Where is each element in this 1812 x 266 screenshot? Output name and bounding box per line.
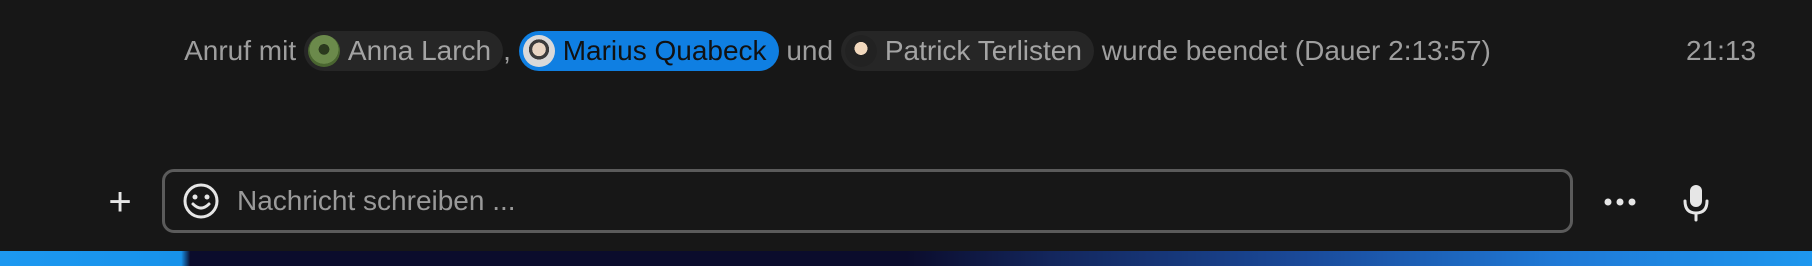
- participant-chip-patrick[interactable]: Patrick Terlisten: [840, 30, 1094, 71]
- taskbar-strip: [0, 251, 1812, 266]
- call-message-suffix: wurde beendet (Dauer 2:13:57): [1101, 35, 1491, 66]
- smiley-icon[interactable]: [181, 181, 221, 221]
- message-timestamp: 21:13: [1686, 35, 1757, 66]
- separator-and: und: [786, 35, 834, 66]
- avatar: [307, 34, 340, 67]
- message-input[interactable]: [237, 173, 1570, 229]
- plus-icon: +: [108, 180, 132, 224]
- add-attachment-button[interactable]: +: [100, 182, 140, 222]
- more-dots-icon[interactable]: [1602, 190, 1638, 214]
- participant-name: Marius Quabeck: [562, 34, 767, 66]
- participant-chip-anna[interactable]: Anna Larch: [303, 30, 504, 71]
- avatar: [844, 34, 877, 67]
- participant-name: Patrick Terlisten: [884, 34, 1082, 66]
- message-composer: [162, 169, 1573, 233]
- avatar: [522, 34, 555, 67]
- call-ended-message: Anruf mit Anna Larch, Marius Quabeck und…: [170, 26, 1505, 76]
- call-message-prefix: Anruf mit: [184, 35, 297, 66]
- microphone-icon[interactable]: [1680, 182, 1712, 222]
- participant-name: Anna Larch: [347, 34, 492, 66]
- participant-chip-marius[interactable]: Marius Quabeck: [518, 30, 779, 71]
- separator-comma: ,: [503, 35, 511, 66]
